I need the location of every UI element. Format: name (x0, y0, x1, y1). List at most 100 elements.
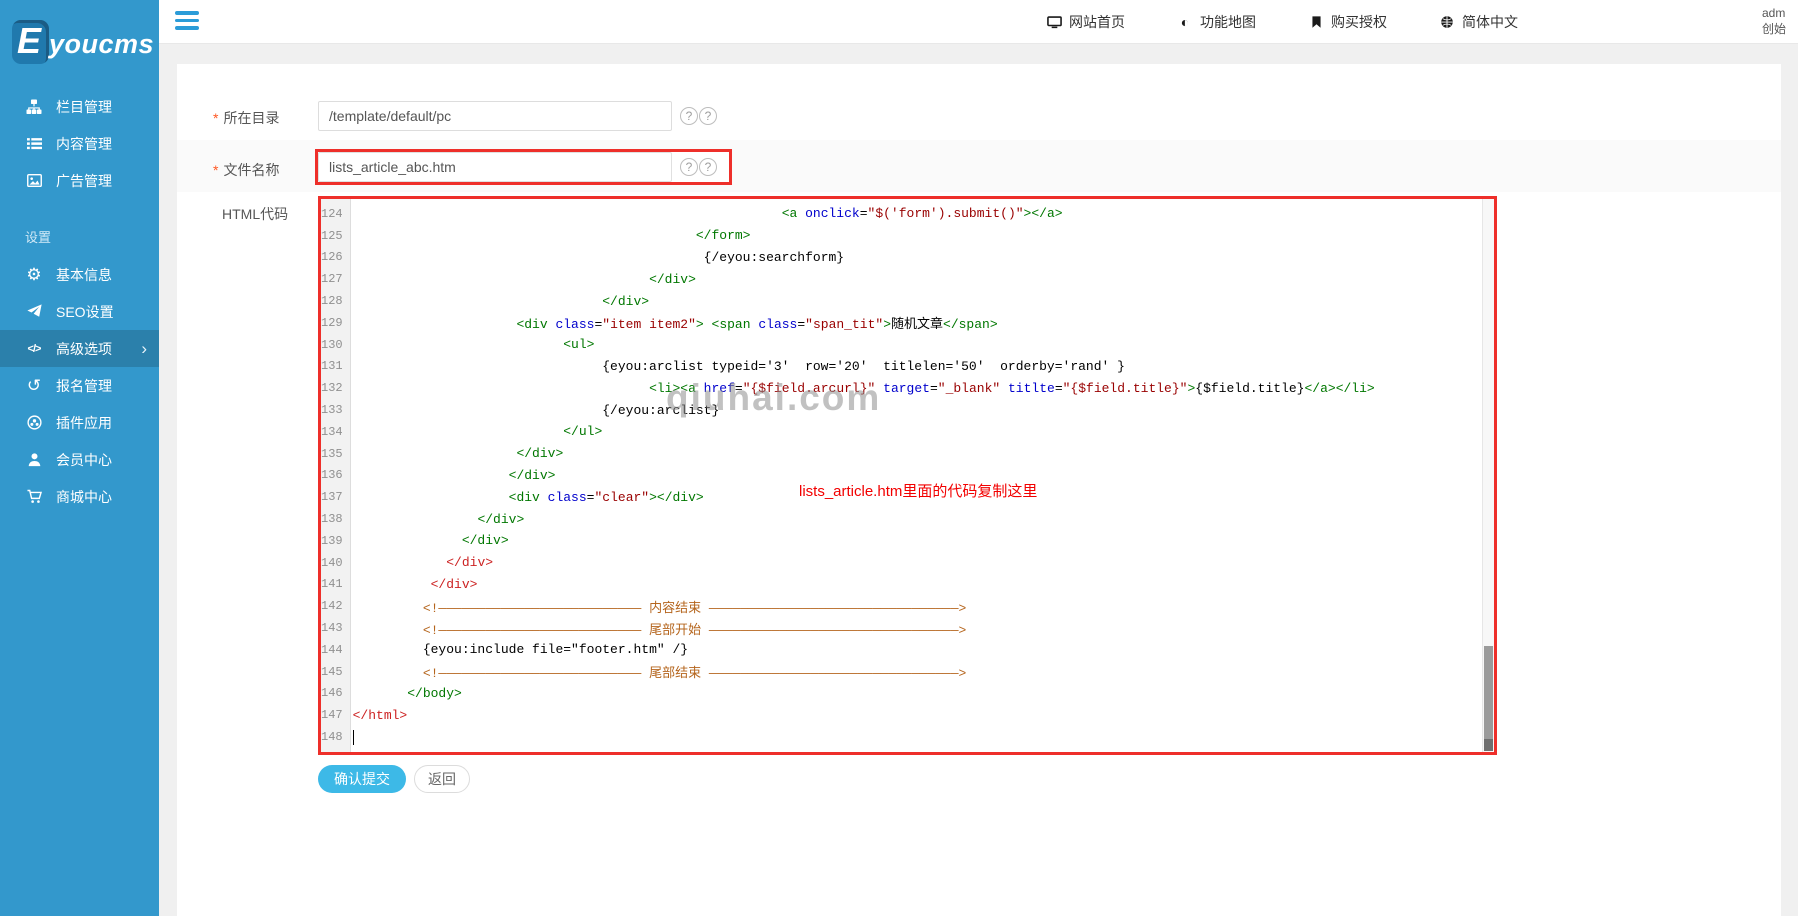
user-name: adm (1762, 5, 1786, 21)
line-number: 137 (321, 490, 348, 504)
code-line: 144 {eyou:include file="footer.htm" /} (321, 639, 1482, 661)
gear-icon: ⚙ (25, 266, 43, 284)
app-logo[interactable]: Eyoucms (0, 0, 159, 64)
form-buttons: 确认提交 返回 (318, 765, 470, 793)
code-line: 142 <!—————————————————————————— 内容结束 ——… (321, 595, 1482, 617)
dir-input[interactable] (318, 101, 672, 131)
content-panel: *所在目录 ? ? *文件名称 ? ? HTML代码 124 <a onclic… (177, 64, 1781, 916)
sidebar-item-org-chart[interactable]: 栏目管理 (0, 88, 159, 125)
topbar-link-bookmark[interactable]: 购买授权 (1308, 12, 1387, 32)
line-number: 144 (321, 643, 348, 657)
user-info[interactable]: adm 创始 (1762, 5, 1786, 37)
code-line: 131 {eyou:arclist typeid='3' row='20' ti… (321, 356, 1482, 378)
line-number: 141 (321, 577, 348, 591)
topbar-link-globe[interactable]: 简体中文 (1439, 12, 1518, 32)
sidebar-item-gear[interactable]: ⚙ 基本信息 (0, 256, 159, 293)
filename-label: *文件名称 (213, 160, 279, 180)
code-line: 141 </div> (321, 574, 1482, 596)
code-icon: </> (25, 340, 43, 358)
line-number: 125 (321, 229, 348, 243)
sidebar-item-paper-plane[interactable]: SEO设置 (0, 293, 159, 330)
sidebar-item-plugin[interactable]: 插件应用 (0, 404, 159, 441)
topbar-links: 网站首页 ◐功能地图 购买授权 简体中文 (1046, 0, 1518, 44)
line-number: 138 (321, 512, 348, 526)
sidebar-settings-menu: ⚙基本信息SEO设置</>高级选项›↺报名管理插件应用会员中心商城中心 (0, 256, 159, 515)
sidebar-item-cart[interactable]: 商城中心 (0, 478, 159, 515)
line-number: 140 (321, 556, 348, 570)
help-icon[interactable]: ? (699, 107, 717, 125)
submit-button[interactable]: 确认提交 (318, 765, 406, 793)
list-icon (25, 135, 43, 153)
filename-highlight-box: ? ? (315, 149, 732, 185)
sidebar-item-code[interactable]: </>高级选项› (0, 330, 159, 367)
code-line: 133 {/eyou:arclist} (321, 399, 1482, 421)
line-number: 136 (321, 468, 348, 482)
cart-icon (25, 488, 43, 506)
line-number: 142 (321, 599, 348, 613)
help-icon[interactable]: ? (680, 158, 698, 176)
back-button[interactable]: 返回 (414, 765, 470, 793)
code-line: 139 </div> (321, 530, 1482, 552)
user-role: 创始 (1762, 21, 1786, 37)
line-number: 129 (321, 316, 348, 330)
sidebar-item-undo[interactable]: ↺报名管理 (0, 367, 159, 404)
dir-label: *所在目录 (213, 108, 279, 128)
sidebar-item-label: 会员中心 (56, 450, 112, 470)
html-code-editor[interactable]: 124 <a onclick="$('form').submit()"></a>… (318, 196, 1497, 755)
sidebar-item-label: 广告管理 (56, 171, 112, 191)
line-number: 126 (321, 250, 348, 264)
scrollbar-thumb[interactable] (1484, 646, 1493, 740)
code-line: 138 </div> (321, 508, 1482, 530)
code-line: 135 </div> (321, 443, 1482, 465)
required-asterisk: * (213, 110, 218, 126)
sidebar-main-menu: 栏目管理内容管理广告管理 (0, 88, 159, 199)
code-line: 132 <li><a href="{$field.arcurl}" target… (321, 377, 1482, 399)
code-line: 127 </div> (321, 268, 1482, 290)
user-icon (25, 451, 43, 469)
line-number: 133 (321, 403, 348, 417)
monitor-icon (1046, 14, 1062, 30)
sidebar-item-user[interactable]: 会员中心 (0, 441, 159, 478)
scrollbar-corner (1484, 739, 1493, 751)
org-chart-icon (25, 98, 43, 116)
code-line: 125 </form> (321, 225, 1482, 247)
sidebar: Eyoucms 栏目管理内容管理广告管理 设置 ⚙ 基本信息 SEO设置 </> 高级选… (0, 0, 159, 916)
topbar-link-label: 简体中文 (1462, 12, 1518, 32)
filename-input[interactable] (318, 152, 672, 182)
code-line: 128 </div> (321, 290, 1482, 312)
text-caret (353, 730, 355, 745)
topbar-link-label: 功能地图 (1200, 12, 1256, 32)
sidebar-section-label: 设置 (25, 227, 159, 246)
topbar-link-half-circle[interactable]: ◐功能地图 (1177, 12, 1256, 32)
help-icon[interactable]: ? (699, 158, 717, 176)
code-line: 147</html> (321, 704, 1482, 726)
logo-e-badge: E (12, 20, 49, 64)
line-number: 131 (321, 359, 348, 373)
sidebar-item-image[interactable]: 广告管理 (0, 162, 159, 199)
line-number: 143 (321, 621, 348, 635)
sidebar-item-label: 内容管理 (56, 134, 112, 154)
code-line: 143 <!—————————————————————————— 尾部开始 ——… (321, 617, 1482, 639)
sidebar-item-label: 报名管理 (56, 376, 112, 396)
required-asterisk: * (213, 162, 218, 178)
sidebar-item-list[interactable]: 内容管理 (0, 125, 159, 162)
code-line: 129 <div class="item item2"> <span class… (321, 312, 1482, 334)
editor-scrollbar[interactable] (1482, 199, 1494, 752)
code-line: 140 </div> (321, 552, 1482, 574)
hamburger-menu-icon[interactable] (175, 11, 199, 32)
code-line: 126 {/eyou:searchform} (321, 247, 1482, 269)
sidebar-item-label: 基本信息 (56, 265, 112, 285)
topbar-link-label: 购买授权 (1331, 12, 1387, 32)
code-line: 148 (321, 726, 1482, 748)
sidebar-item-label: 商城中心 (56, 487, 112, 507)
help-icon[interactable]: ? (680, 107, 698, 125)
paper-plane-icon (25, 303, 43, 321)
topbar-link-monitor[interactable]: 网站首页 (1046, 12, 1125, 32)
line-number: 148 (321, 730, 348, 744)
line-number: 130 (321, 338, 348, 352)
annotation-text: lists_article.htm里面的代码复制这里 (799, 480, 1037, 501)
code-line: 130 <ul> (321, 334, 1482, 356)
code-line: 146 </body> (321, 683, 1482, 705)
sidebar-item-label: 高级选项 (56, 339, 112, 359)
code-label: HTML代码 (222, 204, 288, 224)
